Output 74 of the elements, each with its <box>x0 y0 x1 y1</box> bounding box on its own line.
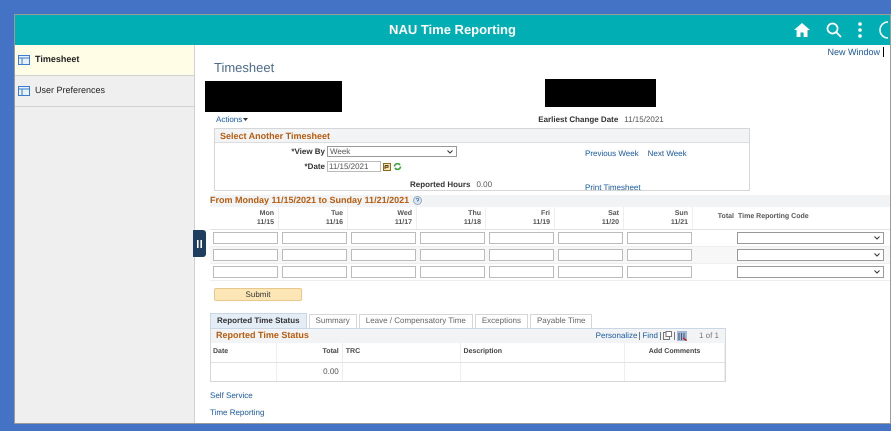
page-count: 1 of 1 <box>698 330 719 342</box>
hours-field[interactable] <box>627 266 692 278</box>
field-value: 11/15/2021 <box>624 114 664 126</box>
panel-title: Reported Time Status <box>216 328 309 342</box>
print-timesheet-link[interactable]: Print Timesheet <box>585 182 687 194</box>
home-icon[interactable] <box>794 23 810 37</box>
footer-link[interactable]: Time Reporting <box>210 406 890 418</box>
hours-field[interactable] <box>489 266 554 278</box>
collapse-handle[interactable] <box>193 230 206 257</box>
new-window-link[interactable]: New Window <box>827 47 884 57</box>
tab[interactable]: Reported Time Status <box>210 312 307 328</box>
help-icon[interactable] <box>413 196 422 205</box>
view-all-icon[interactable] <box>662 331 672 340</box>
hours-field[interactable] <box>420 232 485 244</box>
hours-field[interactable] <box>627 232 692 244</box>
trc-dropdown[interactable] <box>737 232 884 244</box>
field-value: 0.00 <box>476 178 492 190</box>
separator <box>639 332 640 340</box>
panel-title: Select Another Timesheet <box>215 128 749 142</box>
footer-link[interactable]: Self Service <box>210 390 890 402</box>
hours-field[interactable] <box>351 232 416 244</box>
field-label: Reported Hours <box>410 178 470 190</box>
hours-field[interactable] <box>282 248 347 260</box>
hours-field[interactable] <box>558 266 623 278</box>
find-link[interactable]: Find <box>642 330 658 342</box>
menu-icon[interactable] <box>858 22 862 38</box>
trc-dropdown[interactable] <box>737 248 884 260</box>
field-label: *Date <box>304 160 325 172</box>
chevron-icon <box>874 270 880 274</box>
hours-field[interactable] <box>351 266 416 278</box>
table-cell: 0.00 <box>276 362 343 380</box>
field-label: *View By <box>290 146 325 158</box>
hours-field[interactable] <box>489 248 554 260</box>
hours-field[interactable] <box>213 232 278 244</box>
hours-field[interactable] <box>558 248 623 260</box>
chevron-icon <box>874 236 880 240</box>
caret-icon <box>243 118 248 121</box>
hours-field[interactable] <box>282 266 347 278</box>
app-title: NAU Time Reporting <box>389 21 516 40</box>
view-by-dropdown[interactable]: Week <box>327 146 457 157</box>
hours-field[interactable] <box>213 248 278 260</box>
search-icon[interactable] <box>826 22 842 38</box>
download-grid-icon[interactable] <box>676 330 687 340</box>
tab[interactable]: Leave / Compensatory Time <box>358 314 473 328</box>
personalize-link[interactable]: Personalize <box>596 330 638 342</box>
calendar-icon[interactable] <box>383 162 391 170</box>
hours-field[interactable] <box>489 232 554 244</box>
page-icon <box>18 55 30 65</box>
field-label: Earliest Change Date <box>538 114 618 126</box>
separator <box>674 332 675 340</box>
hours-field[interactable] <box>627 248 692 260</box>
actions-menu[interactable]: Actions <box>216 114 248 126</box>
week-link[interactable]: Next Week <box>648 148 687 160</box>
page-title: Timesheet <box>214 59 276 77</box>
tab[interactable]: Summary <box>308 314 357 328</box>
week-link[interactable]: Previous Week <box>585 148 639 160</box>
pause-icon <box>197 240 202 248</box>
trc-dropdown[interactable] <box>737 266 884 278</box>
separator <box>660 332 661 340</box>
hours-field[interactable] <box>558 232 623 244</box>
chevron-icon <box>874 252 880 256</box>
date-field[interactable]: 11/15/2021 <box>327 161 381 172</box>
hours-field[interactable] <box>351 248 416 260</box>
tab[interactable]: Exceptions <box>474 314 528 328</box>
chevron-icon <box>447 150 453 154</box>
hours-field[interactable] <box>420 248 485 260</box>
hours-field[interactable] <box>213 266 278 278</box>
hours-field[interactable] <box>420 266 485 278</box>
hours-field[interactable] <box>282 232 347 244</box>
grid-heading: From Monday 11/15/2021 to Sunday 11/21/2021 <box>210 194 410 207</box>
submit-button[interactable]: Submit <box>214 288 302 300</box>
page-icon <box>18 86 30 96</box>
tab[interactable]: Payable Time <box>530 314 592 328</box>
sidebar-item[interactable]: Timesheet <box>15 45 194 76</box>
